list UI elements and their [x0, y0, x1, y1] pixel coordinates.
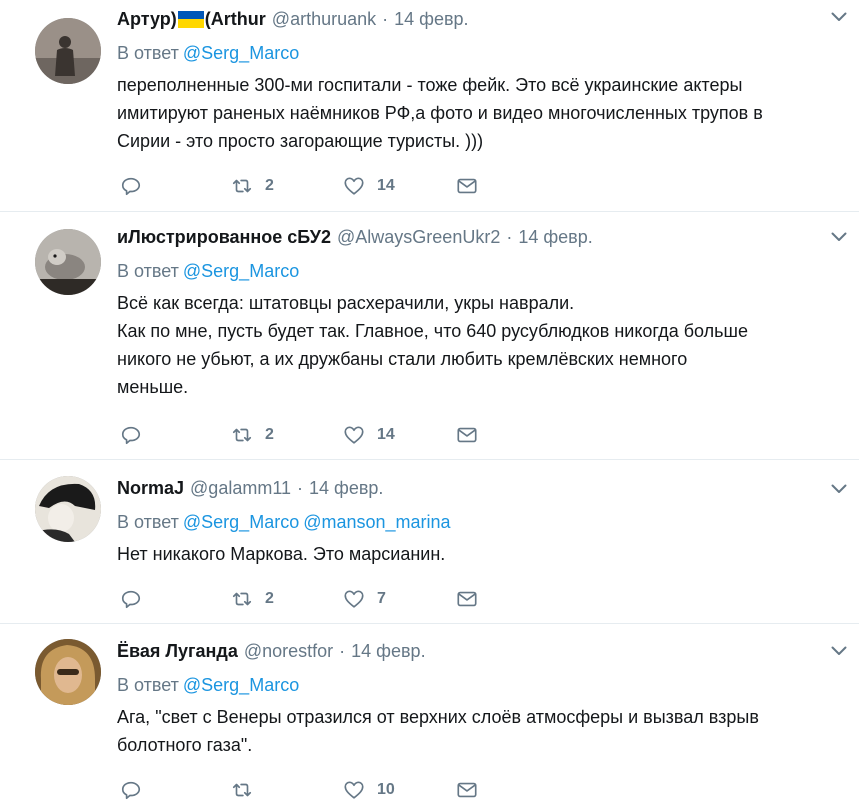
tweet-header: Артур) (Arthur @arthuruank · 14 февр. — [117, 6, 829, 32]
mention-link[interactable]: @Serg_Marco — [183, 43, 299, 63]
separator-dot: · — [506, 226, 513, 247]
mention-link[interactable]: @Serg_Marco — [183, 675, 299, 695]
reply-icon — [121, 426, 141, 445]
retweet-count: 2 — [265, 177, 274, 194]
retweet-button[interactable]: 2 — [231, 586, 274, 612]
like-button[interactable]: 10 — [343, 777, 395, 803]
tweet-actions: 2 14 — [0, 173, 859, 199]
like-count: 14 — [377, 177, 395, 194]
reply-prefix: В ответ — [117, 43, 179, 63]
tweet-text: переполненные 300-ми госпитали - тоже фе… — [117, 75, 763, 151]
retweet-icon — [232, 783, 252, 797]
reply-context: В ответ @Serg_Marco — [117, 40, 829, 66]
mention-link[interactable]: @Serg_Marco — [183, 261, 299, 281]
tweet[interactable]: иЛюстрированное сБУ2 @AlwaysGreenUkr2 · … — [0, 212, 859, 460]
timestamp[interactable]: 14 февр. — [518, 227, 592, 248]
display-name[interactable]: Ёвая Луганда — [117, 641, 238, 662]
ukraine-flag-icon — [177, 10, 204, 28]
retweet-button[interactable]: 2 — [231, 422, 274, 448]
chevron-down-icon[interactable] — [831, 484, 847, 494]
separator-dot: · — [339, 640, 346, 661]
avatar[interactable] — [35, 18, 101, 84]
reply-button[interactable] — [120, 173, 142, 199]
like-icon — [344, 177, 364, 195]
display-name[interactable]: NormaJ — [117, 478, 184, 499]
avatar[interactable] — [35, 476, 101, 542]
tweet-text: Всё как всегда: штатовцы расхерачили, ук… — [117, 293, 748, 397]
retweet-icon — [232, 428, 252, 442]
like-button[interactable]: 14 — [343, 173, 395, 199]
like-count: 7 — [377, 590, 386, 607]
message-icon — [457, 782, 477, 798]
separator-dot: · — [382, 8, 389, 29]
display-name[interactable]: иЛюстрированное сБУ2 — [117, 227, 331, 248]
reply-context: В ответ @Serg_Marco @manson_marina — [117, 509, 829, 535]
reply-context: В ответ @Serg_Marco — [117, 672, 829, 698]
like-icon — [344, 426, 364, 444]
timeline: Артур) (Arthur @arthuruank · 14 февр. В … — [0, 0, 859, 807]
retweet-icon — [232, 592, 252, 606]
reply-context: В ответ @Serg_Marco — [117, 258, 829, 284]
chevron-down-icon[interactable] — [831, 12, 847, 22]
retweet-button[interactable] — [231, 777, 265, 803]
retweet-icon — [232, 179, 252, 193]
chevron-down-icon[interactable] — [831, 232, 847, 242]
timestamp[interactable]: 14 февр. — [309, 478, 383, 499]
user-handle[interactable]: @galamm11 — [190, 478, 291, 499]
avatar[interactable] — [35, 229, 101, 295]
avatar-image — [35, 476, 101, 542]
reply-button[interactable] — [120, 586, 142, 612]
reply-prefix: В ответ — [117, 675, 179, 695]
tweet-text: Нет никакого Маркова. Это марсианин. — [117, 544, 446, 564]
display-name[interactable]: Артур) — [117, 9, 177, 30]
user-handle[interactable]: @AlwaysGreenUkr2 — [337, 227, 500, 248]
like-icon — [344, 590, 364, 608]
tweet-text: Ага, "свет с Венеры отразился от верхних… — [117, 707, 759, 755]
tweet-header: иЛюстрированное сБУ2 @AlwaysGreenUkr2 · … — [117, 224, 829, 250]
user-handle[interactable]: @norestfor — [244, 641, 333, 662]
message-button[interactable] — [456, 422, 478, 448]
user-handle[interactable]: @arthuruank — [272, 9, 376, 30]
mention-link[interactable]: @manson_marina — [303, 512, 450, 532]
display-name-suffix[interactable]: (Arthur — [205, 9, 266, 30]
tweet-actions: 2 7 — [0, 586, 859, 612]
message-icon — [457, 178, 477, 194]
like-button[interactable]: 14 — [343, 422, 395, 448]
reply-prefix: В ответ — [117, 512, 179, 532]
message-button[interactable] — [456, 586, 478, 612]
timestamp[interactable]: 14 февр. — [351, 641, 425, 662]
message-button[interactable] — [456, 173, 478, 199]
message-icon — [457, 591, 477, 607]
avatar-image — [35, 229, 101, 295]
avatar-image — [35, 639, 101, 705]
chevron-down-icon[interactable] — [831, 646, 847, 656]
like-button[interactable]: 7 — [343, 586, 386, 612]
separator-dot: · — [297, 477, 304, 498]
reply-prefix: В ответ — [117, 261, 179, 281]
reply-button[interactable] — [120, 777, 142, 803]
tweet-header: NormaJ @galamm11 · 14 февр. — [117, 475, 829, 501]
tweet-actions: 2 14 — [0, 422, 859, 448]
avatar[interactable] — [35, 639, 101, 705]
tweet-actions: 10 — [0, 777, 859, 803]
reply-icon — [121, 590, 141, 609]
reply-icon — [121, 177, 141, 196]
reply-icon — [121, 781, 141, 800]
tweet[interactable]: Ёвая Луганда @norestfor · 14 февр. В отв… — [0, 624, 859, 807]
retweet-button[interactable]: 2 — [231, 173, 274, 199]
retweet-count: 2 — [265, 590, 274, 607]
like-count: 10 — [377, 781, 395, 798]
tweet-header: Ёвая Луганда @norestfor · 14 февр. — [117, 638, 829, 664]
tweet[interactable]: NormaJ @galamm11 · 14 февр. В ответ @Serg… — [0, 460, 859, 624]
like-count: 14 — [377, 426, 395, 443]
like-icon — [344, 781, 364, 799]
message-button[interactable] — [456, 777, 478, 803]
reply-button[interactable] — [120, 422, 142, 448]
tweet[interactable]: Артур) (Arthur @arthuruank · 14 февр. В … — [0, 0, 859, 212]
timestamp[interactable]: 14 февр. — [394, 9, 468, 30]
mention-link[interactable]: @Serg_Marco — [183, 512, 299, 532]
retweet-count: 2 — [265, 426, 274, 443]
message-icon — [457, 427, 477, 443]
avatar-image — [35, 18, 101, 84]
